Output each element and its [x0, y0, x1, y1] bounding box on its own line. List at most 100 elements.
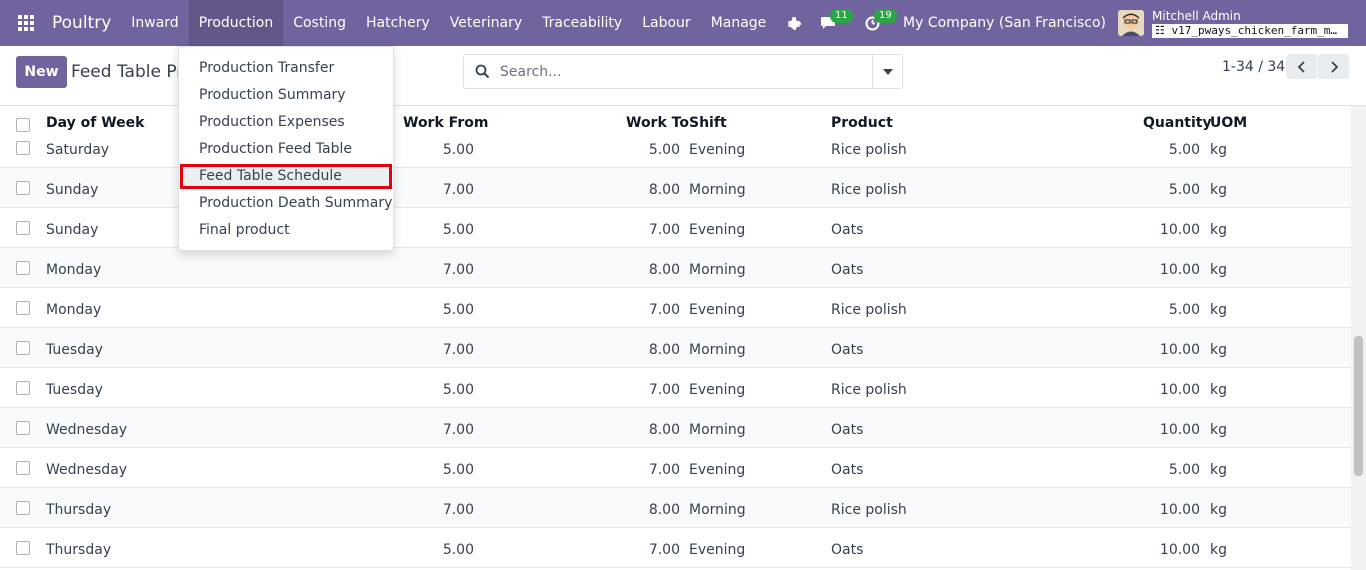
table-row[interactable]: Thursday 7.00 8.00 Morning Rice polish 10.00 k…: [0, 488, 1351, 528]
cell-product: Oats: [831, 222, 864, 238]
cell-uom: kg: [1210, 302, 1227, 318]
row-checkbox[interactable]: [16, 541, 30, 555]
menu-item-production-expenses[interactable]: Production Expenses: [199, 114, 345, 130]
menu-item-production-summary[interactable]: Production Summary: [199, 87, 346, 103]
cell-shift: Morning: [689, 502, 746, 518]
menu-inward[interactable]: Inward: [121, 0, 188, 46]
cell-quantity: 5.00: [1168, 182, 1200, 198]
cell-product: Rice polish: [831, 182, 907, 198]
column-work-to[interactable]: Work To: [626, 115, 689, 131]
menu-labour[interactable]: Labour: [632, 0, 700, 46]
row-checkbox[interactable]: [16, 341, 30, 355]
row-checkbox[interactable]: [16, 301, 30, 315]
menu-traceability[interactable]: Traceability: [532, 0, 632, 46]
row-checkbox[interactable]: [16, 381, 30, 395]
row-checkbox[interactable]: [16, 501, 30, 515]
cell-day-of-week: Tuesday: [46, 382, 103, 398]
table-row[interactable]: Wednesday 5.00 7.00 Evening Oats 5.00 kg: [0, 448, 1351, 488]
cell-product: Rice polish: [831, 142, 907, 158]
row-checkbox[interactable]: [16, 261, 30, 275]
chevron-left-icon: [1297, 60, 1305, 73]
search-options-toggle[interactable]: [872, 55, 902, 88]
cell-work-to: 8.00: [648, 342, 680, 358]
table-row[interactable]: Thursday 5.00 7.00 Evening Oats 10.00 kg: [0, 528, 1351, 568]
menu-item-production-transfer[interactable]: Production Transfer: [199, 60, 334, 76]
column-work-from[interactable]: Work From: [403, 115, 488, 131]
cell-quantity: 10.00: [1159, 422, 1200, 438]
table-row[interactable]: Tuesday 7.00 8.00 Morning Oats 10.00 kg: [0, 328, 1351, 368]
row-checkbox[interactable]: [16, 421, 30, 435]
menu-item-production-death-summary[interactable]: Production Death Summary: [199, 195, 392, 211]
menu-production[interactable]: Production: [188, 0, 284, 46]
column-uom[interactable]: UOM: [1210, 115, 1247, 131]
menu-hatchery[interactable]: Hatchery: [356, 0, 440, 46]
select-all-checkbox[interactable]: [16, 118, 30, 132]
cell-uom: kg: [1210, 422, 1227, 438]
table-row[interactable]: Monday 7.00 8.00 Morning Oats 10.00 kg: [0, 248, 1351, 288]
cell-quantity: 5.00: [1168, 302, 1200, 318]
app-menu-icon[interactable]: [0, 0, 52, 46]
table-row[interactable]: Wednesday 7.00 8.00 Morning Oats 10.00 kg: [0, 408, 1351, 448]
app-brand[interactable]: Poultry: [52, 13, 111, 33]
column-shift[interactable]: Shift: [689, 115, 727, 131]
cell-work-to: 8.00: [648, 262, 680, 278]
pager-value[interactable]: 1-34 / 34: [1222, 59, 1285, 75]
cell-product: Oats: [831, 542, 864, 558]
cell-work-from: 7.00: [442, 262, 474, 278]
menu-costing[interactable]: Costing: [283, 0, 356, 46]
user-menu[interactable]: Mitchell Admin ☷ v17_pways_chicken_farm_…: [1152, 9, 1348, 38]
cell-quantity: 10.00: [1159, 542, 1200, 558]
cell-shift: Evening: [689, 542, 746, 558]
pager-next-button[interactable]: [1318, 54, 1349, 79]
company-switcher[interactable]: My Company (San Francisco): [903, 15, 1106, 31]
column-product[interactable]: Product: [831, 115, 893, 131]
cell-work-from: 5.00: [442, 382, 474, 398]
row-checkbox[interactable]: [16, 461, 30, 475]
cell-day-of-week: Monday: [46, 262, 102, 278]
cell-shift: Evening: [689, 462, 746, 478]
search-input[interactable]: [500, 63, 870, 80]
cell-day-of-week: Monday: [46, 302, 102, 318]
scrollbar-thumb[interactable]: [1354, 336, 1363, 476]
debug-bug-icon[interactable]: [779, 0, 809, 46]
messages-count-badge: 11: [830, 9, 853, 23]
cell-product: Oats: [831, 462, 864, 478]
cell-shift: Morning: [689, 262, 746, 278]
table-row[interactable]: Monday 5.00 7.00 Evening Rice polish 5.00 kg: [0, 288, 1351, 328]
table-scrollbar[interactable]: [1351, 106, 1366, 570]
activity-clock-icon[interactable]: 19: [857, 0, 897, 46]
cell-day-of-week: Wednesday: [46, 462, 128, 478]
cell-work-to: 7.00: [648, 302, 680, 318]
cell-work-to: 5.00: [648, 142, 680, 158]
cell-work-to: 8.00: [648, 422, 680, 438]
chat-messages-icon[interactable]: 11: [813, 0, 853, 46]
row-checkbox[interactable]: [16, 181, 30, 195]
column-day-of-week[interactable]: Day of Week: [46, 115, 144, 131]
cell-shift: Morning: [689, 342, 746, 358]
cell-work-from: 7.00: [442, 502, 474, 518]
pager-previous-button[interactable]: [1286, 54, 1317, 79]
cell-day-of-week: Thursday: [46, 542, 112, 558]
cell-shift: Evening: [689, 382, 746, 398]
cell-day-of-week: Sunday: [46, 182, 99, 198]
column-quantity[interactable]: Quantity: [1143, 115, 1212, 131]
cell-product: Rice polish: [831, 502, 907, 518]
menu-item-production-feed-table[interactable]: Production Feed Table: [199, 141, 352, 157]
search-icon: [464, 64, 500, 79]
row-checkbox[interactable]: [16, 221, 30, 235]
cell-shift: Evening: [689, 142, 746, 158]
row-checkbox[interactable]: [16, 141, 30, 155]
menu-manage[interactable]: Manage: [701, 0, 777, 46]
cell-quantity: 5.00: [1168, 142, 1200, 158]
menu-item-final-product[interactable]: Final product: [199, 222, 290, 238]
cell-uom: kg: [1210, 262, 1227, 278]
cell-day-of-week: Sunday: [46, 222, 99, 238]
page-title: Feed Table Pro: [71, 62, 194, 82]
user-avatar[interactable]: [1118, 10, 1144, 36]
table-row[interactable]: Tuesday 5.00 7.00 Evening Rice polish 10.00 kg: [0, 368, 1351, 408]
menu-item-feed-table-schedule[interactable]: Feed Table Schedule: [199, 168, 342, 184]
cell-quantity: 10.00: [1159, 342, 1200, 358]
new-button[interactable]: New: [16, 56, 67, 88]
cell-work-to: 8.00: [648, 182, 680, 198]
menu-veterinary[interactable]: Veterinary: [440, 0, 532, 46]
